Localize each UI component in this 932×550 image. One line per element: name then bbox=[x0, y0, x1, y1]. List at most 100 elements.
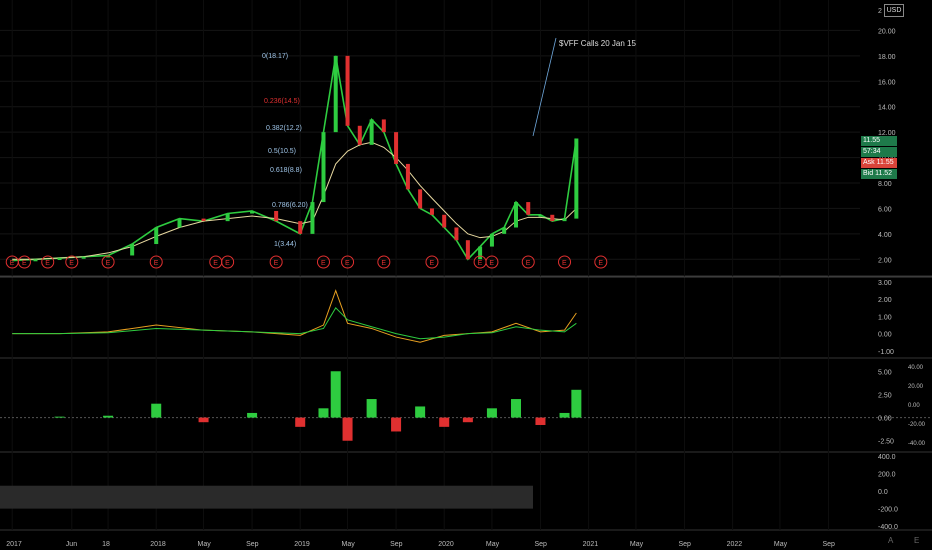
candle bbox=[394, 132, 399, 164]
histogram-bar bbox=[486, 408, 497, 418]
price-tick-label: 4.00 bbox=[878, 232, 892, 239]
ask-label: Ask bbox=[863, 159, 875, 166]
osc3-band bbox=[0, 485, 533, 509]
candle bbox=[225, 213, 230, 222]
candle bbox=[130, 244, 135, 256]
histogram-bar bbox=[571, 389, 582, 418]
earnings-marker-label: E bbox=[381, 260, 386, 267]
price-tick-label: 16.00 bbox=[878, 79, 896, 86]
candle bbox=[514, 202, 518, 228]
time-tick-label: 2020 bbox=[438, 541, 454, 548]
histogram-bar bbox=[366, 399, 377, 418]
histogram-bar bbox=[511, 399, 521, 418]
candle bbox=[310, 202, 315, 234]
candle bbox=[201, 218, 206, 222]
osc3-tick-label: 200.0 bbox=[878, 471, 896, 478]
histogram-bar bbox=[54, 416, 65, 418]
osc3-tick-label: -400.0 bbox=[878, 524, 898, 531]
time-tick-label: Jun bbox=[66, 541, 77, 548]
osc2-tick-label: -2.50 bbox=[878, 439, 894, 446]
chart-canvas[interactable]: 2.004.006.008.0010.0012.0014.0016.0018.0… bbox=[0, 0, 932, 550]
osc2-tick-label: 2.50 bbox=[878, 392, 892, 399]
time-tick-label: 2021 bbox=[583, 541, 599, 548]
oscillator-pane-3 bbox=[0, 485, 533, 509]
earnings-marker-label: E bbox=[45, 260, 50, 267]
osc3-tick-label: 0.0 bbox=[878, 489, 888, 496]
histogram-bar bbox=[391, 417, 402, 432]
trend-line[interactable] bbox=[532, 37, 557, 137]
histogram-bar bbox=[198, 417, 209, 423]
currency-button[interactable]: USD bbox=[884, 4, 904, 17]
candle bbox=[333, 55, 338, 133]
annotation-label[interactable]: $VFF Calls 20 Jan 15 bbox=[559, 39, 636, 48]
histogram-bar bbox=[103, 415, 114, 418]
time-tick-label: 18 bbox=[102, 541, 110, 548]
time-axis: 2017 Jun 18 2018 May Sep 2019 May Sep 2020 May Sep 2… bbox=[6, 541, 835, 548]
osc2-right-tick-label: 40.00 bbox=[908, 365, 924, 371]
fib-level-label: 0.786(6.20) bbox=[272, 202, 308, 209]
fib-level-label: 1(3.44) bbox=[274, 241, 296, 248]
auto-scale-button[interactable]: A bbox=[888, 536, 893, 545]
time-tick-label: Sep bbox=[390, 541, 403, 548]
candle bbox=[478, 246, 483, 260]
candle bbox=[489, 233, 494, 247]
candle bbox=[526, 202, 531, 215]
log-scale-button[interactable]: E bbox=[914, 536, 919, 545]
osc2-tick-label: 0.00 bbox=[878, 416, 892, 423]
osc2-right-tick-label: 20.00 bbox=[908, 384, 924, 390]
osc1-tick-label: 2.00 bbox=[878, 297, 892, 304]
candle bbox=[154, 227, 159, 245]
candle bbox=[81, 256, 86, 259]
earnings-marker-label: E bbox=[274, 260, 279, 267]
histogram-bar bbox=[330, 371, 341, 418]
osc2-tick-label: 5.00 bbox=[878, 369, 892, 376]
candle bbox=[33, 259, 38, 262]
earnings-marker-label: E bbox=[478, 260, 483, 267]
price-tick-label: 2 bbox=[878, 8, 882, 15]
time-tick-label: May bbox=[486, 541, 500, 548]
price-axis: 2.004.006.008.0010.0012.0014.0016.0018.0… bbox=[878, 8, 926, 531]
price-pane bbox=[12, 55, 579, 262]
bid-value: 11.52 bbox=[875, 170, 893, 177]
candle bbox=[357, 125, 362, 145]
candle bbox=[274, 210, 279, 222]
earnings-marker-label: E bbox=[69, 260, 74, 267]
gridlines bbox=[0, 0, 932, 531]
time-tick-label: Sep bbox=[678, 541, 691, 548]
time-tick-label: Sep bbox=[822, 541, 835, 548]
candle bbox=[177, 218, 182, 228]
candle bbox=[465, 240, 470, 260]
fib-level-label: 0.236(14.5) bbox=[264, 98, 300, 105]
earnings-marker-label: E bbox=[345, 260, 350, 267]
histogram-bar bbox=[151, 403, 162, 418]
osc1-tick-label: -1.00 bbox=[878, 349, 894, 356]
osc1-tick-label: 1.00 bbox=[878, 314, 892, 321]
candle bbox=[345, 55, 350, 126]
earnings-marker-label: E bbox=[106, 260, 111, 267]
earnings-marker-label: E bbox=[321, 260, 326, 267]
time-tick-label: 2018 bbox=[150, 541, 166, 548]
candle bbox=[321, 132, 326, 203]
candle bbox=[562, 218, 567, 222]
earnings-marker-label: E bbox=[526, 260, 531, 267]
candle bbox=[454, 227, 459, 241]
time-tick-label: Sep bbox=[534, 541, 547, 548]
histogram-bar bbox=[318, 408, 329, 418]
fib-level-label: 0(18.17) bbox=[262, 53, 288, 60]
osc2-right-tick-label: -20.00 bbox=[908, 422, 926, 428]
candle bbox=[405, 163, 410, 190]
bid-label: Bid bbox=[863, 170, 874, 177]
candle bbox=[538, 214, 543, 217]
time-tick-label: May bbox=[630, 541, 644, 548]
ask-tag: Ask 11.55 bbox=[861, 158, 897, 168]
fib-level-label: 0.618(8.8) bbox=[270, 167, 302, 174]
earnings-marker-label: E bbox=[213, 260, 218, 267]
candle bbox=[429, 208, 434, 215]
price-tick-label: 20.00 bbox=[878, 28, 896, 35]
candle bbox=[502, 227, 507, 234]
earnings-marker-label: E bbox=[22, 260, 27, 267]
ask-value: 11.55 bbox=[876, 159, 894, 166]
time-tick-label: 2017 bbox=[6, 541, 22, 548]
last-price-tag: 11.55 bbox=[861, 136, 897, 146]
candle bbox=[574, 138, 579, 219]
